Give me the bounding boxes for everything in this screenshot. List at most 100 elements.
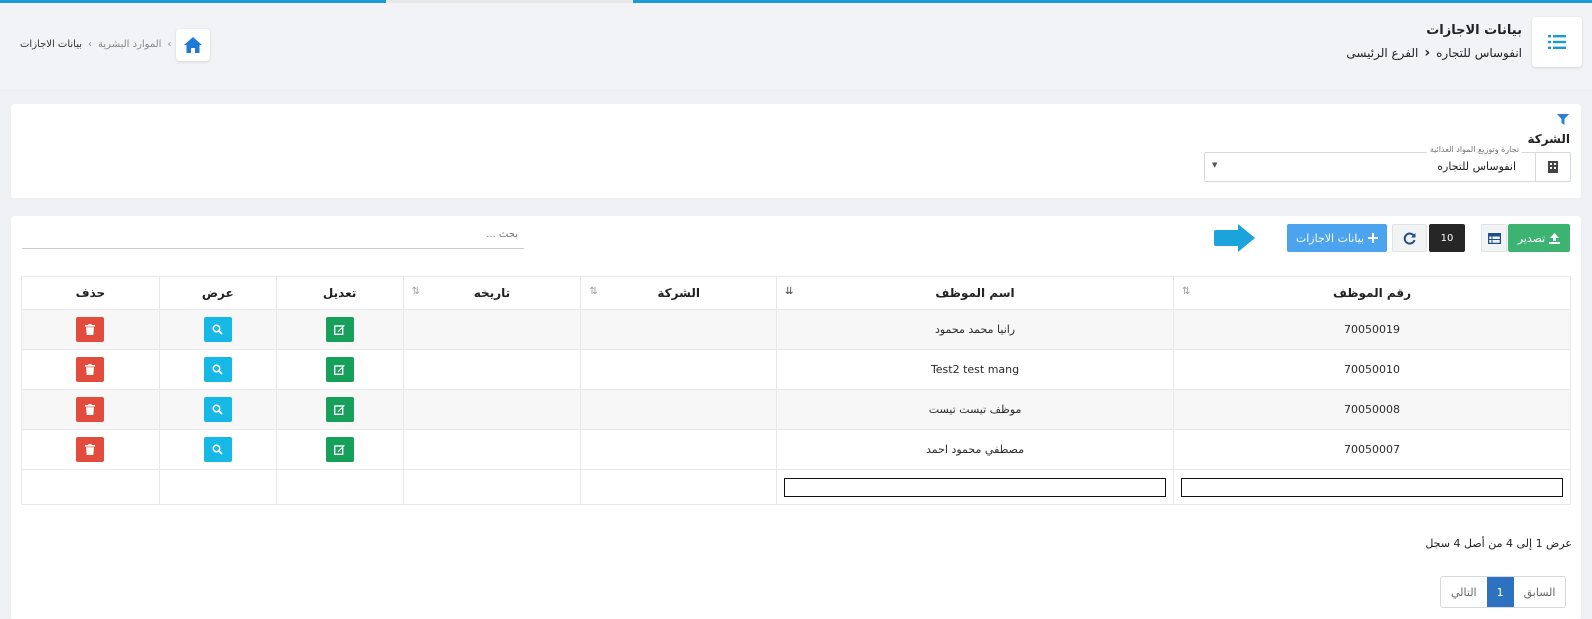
view-button[interactable] [203, 397, 232, 422]
arrow-right-icon [1214, 224, 1255, 252]
home-button[interactable] [176, 29, 210, 61]
col-header-employee-id[interactable]: رقم الموظف ⇅ [1173, 276, 1571, 310]
caret-down-icon: ▼ [1212, 161, 1218, 169]
refresh-icon [1403, 232, 1416, 244]
breadcrumb-item-hr[interactable]: الموارد البشرية [98, 39, 161, 50]
chevron-icon: › [88, 39, 93, 50]
col-header-edit: تعديل [275, 276, 404, 310]
delete-button[interactable] [76, 397, 105, 422]
edit-icon [334, 325, 345, 335]
search-icon [212, 404, 223, 415]
cell-company [580, 309, 778, 350]
col-header-company[interactable]: الشركة ⇅ [580, 276, 778, 310]
branch-name: الفرع الرئيسى [1346, 46, 1419, 60]
filter-label: الشركة [1527, 132, 1570, 146]
sort-icon: ⇊ [785, 286, 794, 297]
export-button[interactable]: تصدير [1508, 224, 1570, 252]
search-icon [212, 364, 223, 375]
search-icon [212, 444, 223, 455]
col-header-date[interactable]: تاريخه ⇅ [402, 276, 582, 310]
pager-page-1[interactable]: 1 [1486, 577, 1514, 607]
breadcrumb-item-current: بيانات الاجازات [20, 39, 83, 50]
pagination: السابق 1 التالي [1440, 576, 1567, 608]
cell-date [402, 349, 582, 390]
search-field[interactable] [22, 224, 524, 249]
search-input[interactable] [36, 228, 520, 241]
edit-button[interactable] [325, 437, 354, 462]
company-select[interactable]: تجارة وتوزيع المواد الغذائية انفوساس للت… [1204, 145, 1571, 182]
table-row: 70050007 مصطفي محمود احمد [21, 429, 1571, 470]
pager-previous[interactable]: السابق [1513, 577, 1566, 607]
filter-card: الشركة تجارة وتوزيع المواد الغذائية انفو… [11, 104, 1581, 198]
column-filter-row [21, 469, 1571, 505]
edit-button[interactable] [325, 317, 354, 342]
cell-date [402, 389, 582, 430]
col-header-employee-name[interactable]: اسم الموظف ⇊ [776, 276, 1175, 310]
delete-button[interactable] [76, 437, 105, 462]
filter-icon[interactable] [1557, 114, 1569, 125]
upload-icon [1549, 232, 1561, 244]
export-button-label: تصدير [1517, 231, 1546, 245]
company-branch-path: انفوساس للتجاره ‹ الفرع الرئيسى [1346, 45, 1522, 61]
search-icon [212, 324, 223, 335]
trash-icon [85, 324, 96, 335]
edit-icon [334, 405, 345, 415]
chevron-left-icon: ‹ [1424, 45, 1431, 61]
leaves-table: رقم الموظف ⇅ اسم الموظف ⇊ الشركة ⇅ تاريخه ⇅ … [21, 276, 1571, 505]
table-info: عرض 1 إلى 4 من أصل 4 سجل [1425, 537, 1572, 550]
view-button[interactable] [203, 437, 232, 462]
cell-employee-id: 70050008 [1173, 389, 1571, 430]
table-row: 70050008 موظف تيست تيست [21, 389, 1571, 430]
view-button[interactable] [203, 357, 232, 382]
edit-button[interactable] [325, 357, 354, 382]
table-row: 70050019 رانيا محمد محمود [21, 309, 1571, 350]
edit-icon [334, 365, 345, 375]
add-leave-button[interactable]: بيانات الاجازات [1287, 224, 1387, 252]
add-leave-button-label: بيانات الاجازات [1295, 231, 1365, 245]
refresh-button[interactable] [1392, 224, 1427, 252]
trash-icon [85, 444, 96, 455]
table-row: 70050010 Test2 test mang [21, 349, 1571, 390]
col-header-view: عرض [158, 276, 277, 310]
delete-button[interactable] [76, 317, 105, 342]
delete-button[interactable] [76, 357, 105, 382]
cell-date [402, 429, 582, 470]
columns-button[interactable] [1481, 224, 1507, 252]
trash-icon [85, 364, 96, 375]
cell-company [580, 429, 778, 470]
cell-employee-name: Test2 test mang [776, 349, 1175, 390]
company-name: انفوساس للتجاره [1436, 46, 1522, 60]
employee-id-filter-input[interactable] [1181, 477, 1564, 497]
cell-company [580, 349, 778, 390]
sort-icon: ⇅ [589, 286, 598, 297]
home-icon [184, 37, 202, 53]
cell-employee-name: مصطفي محمود احمد [776, 429, 1175, 470]
edit-icon [334, 445, 345, 455]
list-icon [1548, 35, 1566, 49]
building-icon [1535, 153, 1570, 181]
sort-icon: ⇅ [411, 286, 420, 297]
page-length-button[interactable]: 10 [1429, 224, 1465, 252]
company-select-floating-label: تجارة وتوزيع المواد الغذائية [1426, 145, 1522, 154]
col-header-delete: حذف [21, 276, 160, 310]
sort-icon: ⇅ [1182, 286, 1191, 297]
chevron-icon: › [167, 39, 172, 50]
trash-icon [85, 404, 96, 415]
table-icon [1487, 232, 1501, 244]
page-header: بيانات الاجازات انفوساس للتجاره ‹ الفرع … [0, 3, 1592, 89]
breadcrumb: › الموارد البشرية › بيانات الاجازات [20, 39, 171, 50]
cell-date [402, 309, 582, 350]
cell-employee-name: رانيا محمد محمود [776, 309, 1175, 350]
employee-name-filter-input[interactable] [784, 477, 1167, 497]
cell-employee-name: موظف تيست تيست [776, 389, 1175, 430]
pager-next[interactable]: التالي [1441, 577, 1487, 607]
cell-employee-id: 70050007 [1173, 429, 1571, 470]
cell-employee-id: 70050019 [1173, 309, 1571, 350]
view-button[interactable] [203, 317, 232, 342]
cell-company [580, 389, 778, 430]
edit-button[interactable] [325, 397, 354, 422]
page-title: بيانات الاجازات [1426, 23, 1522, 38]
cell-employee-id: 70050010 [1173, 349, 1571, 390]
plus-icon [1368, 233, 1379, 243]
menu-button[interactable] [1532, 17, 1582, 67]
